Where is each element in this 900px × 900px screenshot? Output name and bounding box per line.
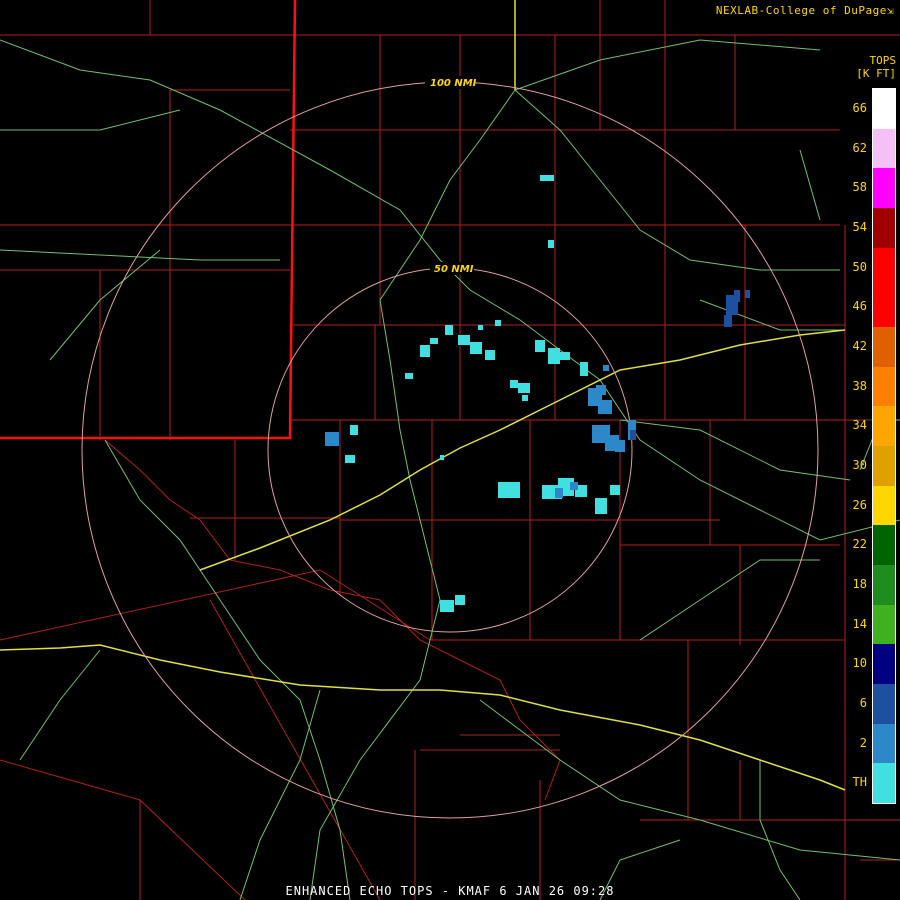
highways [0,0,900,900]
legend-swatch [873,406,895,447]
legend-swatch [873,128,895,169]
legend-swatch [873,287,895,328]
legend-swatch [873,327,895,367]
legend-label: 34 [852,418,867,433]
legend-label: 6 [859,695,867,710]
credit-banner: NEXLAB-College of DuPage⇲ [716,4,894,17]
legend-label: TH [852,775,867,790]
range-ring-50-label: 50 NMI [434,264,474,275]
legend-label: 38 [852,378,867,393]
range-ring-100 [81,81,819,819]
county-boundaries [0,0,900,900]
legend-swatch [873,644,895,685]
state-boundary [0,0,297,440]
legend-label: 26 [852,497,867,512]
legend-swatch [873,684,895,724]
legend-title-line2: [K FT] [856,67,896,80]
legend-title-line1: TOPS [869,54,897,67]
range-ring-50 [267,267,633,633]
corner-arrow-icon: ⇲ [886,4,894,17]
legend-label: 66 [852,100,867,115]
radar-map: 100 NMI 50 NMI [0,0,900,900]
legend-label: 10 [852,656,867,671]
legend-label: 58 [852,180,867,195]
legend-label: 22 [852,537,867,552]
radar-echoes [325,175,750,612]
legend-swatch [873,446,895,486]
legend-label: 50 [852,259,867,274]
range-ring-100-label: 100 NMI [430,78,477,89]
legend-label: 42 [852,338,867,353]
legend-swatch [873,366,895,407]
legend-label: 46 [852,299,867,314]
legend-swatch [873,723,895,764]
legend-label: 30 [852,457,867,472]
legend-title: TOPS [K FT] [856,54,896,80]
legend-label: 62 [852,140,867,155]
legend-swatch [873,604,895,645]
legend-swatch [873,208,895,248]
legend-swatch [873,485,895,526]
range-rings [81,81,819,819]
legend-swatch [873,168,895,209]
legend-swatch [873,763,895,804]
legend-label: 14 [852,616,867,631]
legend-label: 18 [852,576,867,591]
legend-labels: 66 62 58 54 50 46 42 38 34 30 26 22 18 14 10 6 2 TH [840,88,870,802]
legend-swatch [873,247,895,288]
legend-label: 2 [859,735,867,750]
legend-swatch [873,565,895,605]
legend-swatch [873,89,895,129]
color-legend [872,88,896,804]
legend-swatch [873,525,895,566]
legend-label: 54 [852,219,867,234]
credit-text: NEXLAB-College of DuPage [715,4,887,17]
product-footer: ENHANCED ECHO TOPS - KMAF 6 JAN 26 09:28 [285,884,615,898]
